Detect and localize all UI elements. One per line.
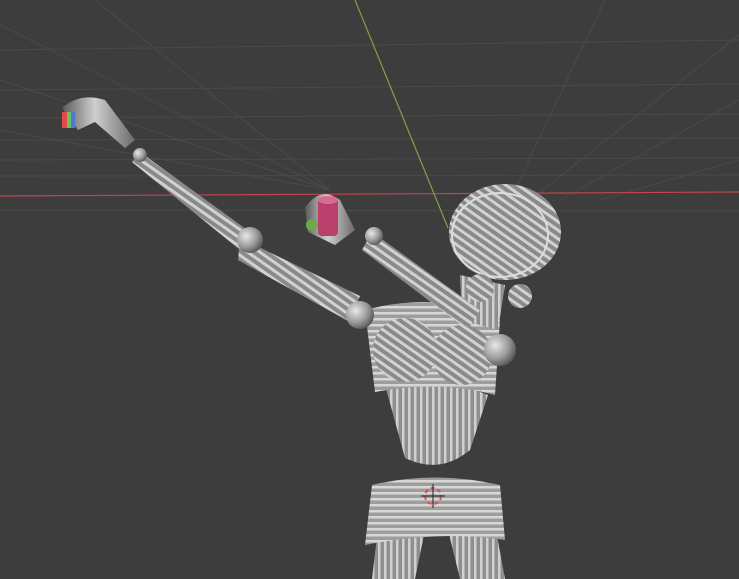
- viewport-canvas[interactable]: [0, 0, 739, 579]
- ponytail-knot: [508, 284, 532, 308]
- mannequin-model[interactable]: [62, 97, 561, 579]
- holding-hand: [305, 194, 355, 245]
- bun-knot: [466, 274, 494, 302]
- shoulder-joint-right: [484, 334, 516, 366]
- forearm-raised: [132, 152, 250, 250]
- shoulder-joint-left: [346, 301, 374, 329]
- chest-left: [373, 318, 437, 382]
- wrist-joint: [133, 148, 147, 162]
- raised-hand: [62, 97, 135, 148]
- 3d-viewport[interactable]: [0, 0, 739, 579]
- floor-grid: [0, 0, 739, 212]
- chest-right: [432, 325, 492, 385]
- abdomen: [385, 381, 488, 465]
- x-axis-line: [0, 191, 739, 197]
- elbow-joint-bent: [365, 227, 383, 245]
- elbow-joint: [237, 227, 263, 253]
- hips: [365, 477, 505, 545]
